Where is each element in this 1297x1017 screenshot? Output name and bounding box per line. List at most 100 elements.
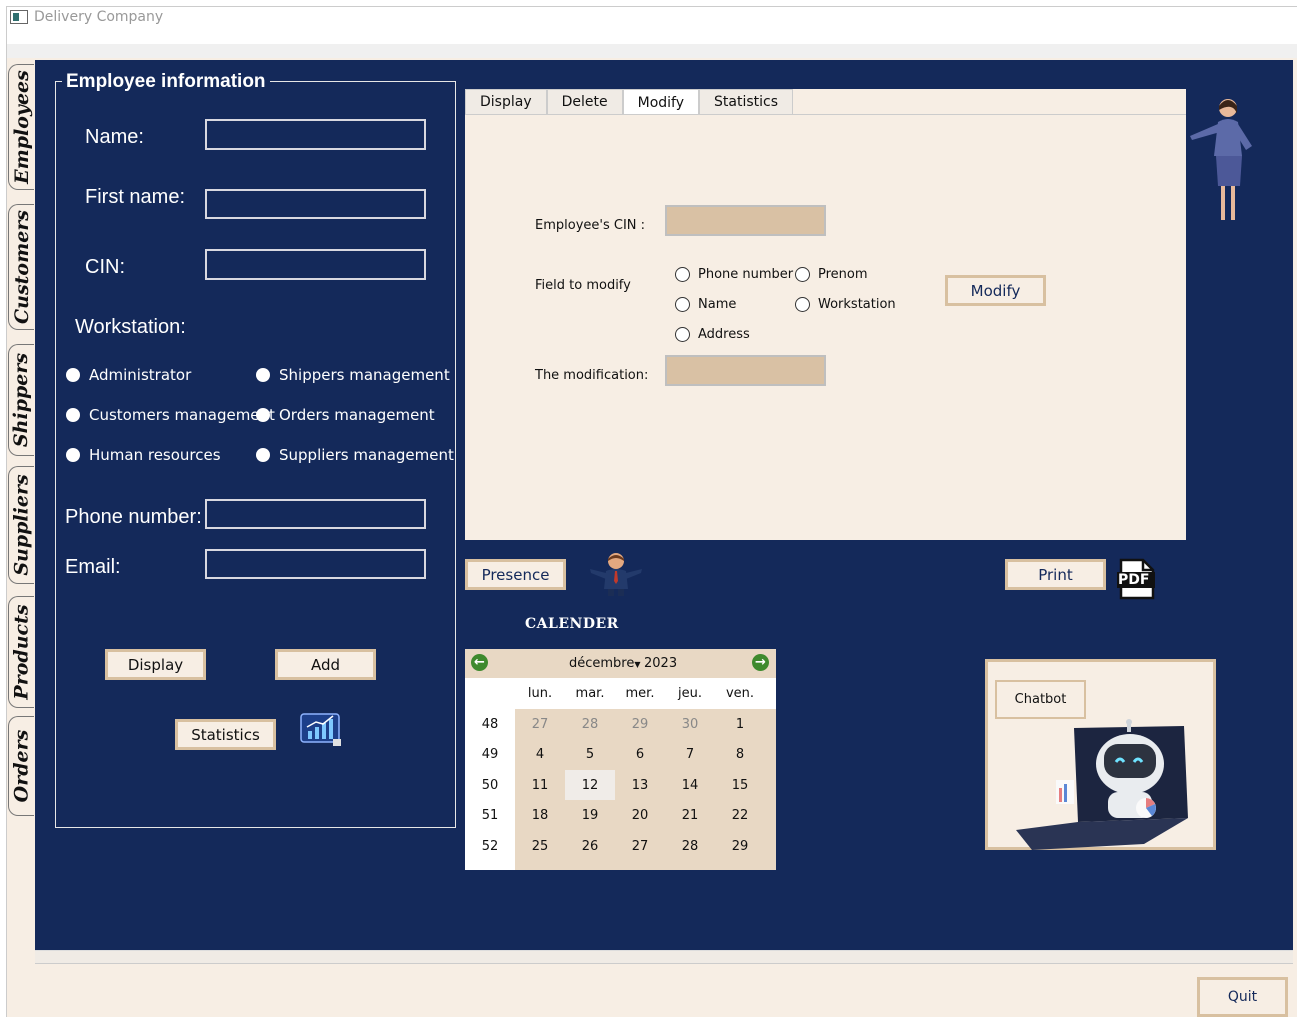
- phone-label: Phone number:: [65, 506, 202, 528]
- calendar-day[interactable]: 4: [515, 740, 565, 770]
- add-button[interactable]: Add: [275, 649, 376, 680]
- radio-label: Human resources: [89, 446, 221, 464]
- tab-bar: Display Delete Modify Statistics: [465, 89, 793, 115]
- radio-address[interactable]: Address: [675, 327, 750, 342]
- calendar-day[interactable]: 21: [665, 801, 715, 831]
- calendar-day[interactable]: 1: [715, 709, 765, 739]
- name-field[interactable]: [205, 119, 426, 150]
- calendar-day[interactable]: 27: [615, 831, 665, 861]
- weekday-header: lun.: [527, 686, 553, 701]
- radio-name[interactable]: Name: [675, 297, 736, 312]
- calendar-day[interactable]: 22: [715, 801, 765, 831]
- week-number: 50: [481, 777, 499, 793]
- chevron-down-icon: ▼: [634, 660, 641, 669]
- radio-prenom[interactable]: Prenom: [795, 267, 868, 282]
- cin-label: CIN:: [85, 256, 125, 278]
- calendar-day[interactable]: 11: [515, 770, 565, 800]
- calendar-day[interactable]: 28: [565, 709, 615, 739]
- menu-bar: [6, 44, 1297, 58]
- calendar-day[interactable]: 29: [615, 709, 665, 739]
- calendar-day[interactable]: 13: [615, 770, 665, 800]
- calendar-day[interactable]: 12: [565, 770, 615, 800]
- workstation-label: Workstation:: [75, 316, 186, 338]
- robot-laptop-illustration: [1016, 719, 1188, 850]
- next-month-arrow-icon[interactable]: →: [752, 654, 769, 671]
- calendar-day[interactable]: 26: [565, 831, 615, 861]
- pdf-icon: PDF: [1115, 558, 1157, 600]
- calendar-day[interactable]: 5: [565, 740, 615, 770]
- tab-modify[interactable]: Modify: [622, 89, 699, 115]
- employee-cin-label: Employee's CIN :: [535, 218, 646, 233]
- cin-field[interactable]: [205, 249, 426, 280]
- calendar-day[interactable]: 14: [665, 770, 715, 800]
- month-label: décembre: [569, 656, 635, 671]
- side-tab-products[interactable]: Products: [8, 596, 34, 708]
- first-name-label: First name:: [85, 186, 186, 208]
- email-field[interactable]: [205, 549, 426, 579]
- calendar-grid: lun. mar. mer. jeu. ven. 48 27 28 29 30 1 49 4 5 6 7 8 50…: [465, 678, 776, 870]
- radio-label: Prenom: [818, 267, 868, 282]
- week-number: 52: [481, 838, 499, 854]
- calendar-day[interactable]: 25: [515, 831, 565, 861]
- calendar-day[interactable]: 27: [515, 709, 565, 739]
- radio-orders-management[interactable]: Orders management: [256, 406, 435, 424]
- radio-administrator[interactable]: Administrator: [66, 366, 191, 384]
- radio-suppliers-management[interactable]: Suppliers management: [256, 446, 454, 464]
- calendar-day[interactable]: 28: [665, 831, 715, 861]
- radio-label: Workstation: [818, 297, 896, 312]
- year-label[interactable]: 2023: [644, 656, 677, 671]
- week-number: 49: [481, 747, 499, 762]
- radio-label: Customers management: [89, 406, 275, 424]
- radio-human-resources[interactable]: Human resources: [66, 446, 221, 464]
- employee-cin-field[interactable]: [665, 205, 826, 236]
- presence-button[interactable]: Presence: [465, 559, 566, 590]
- first-name-field[interactable]: [205, 189, 426, 219]
- radio-workstation[interactable]: Workstation: [795, 297, 896, 312]
- side-tab-suppliers[interactable]: Suppliers: [8, 466, 34, 584]
- tab-statistics[interactable]: Statistics: [699, 89, 793, 114]
- radio-shippers-management[interactable]: Shippers management: [256, 366, 450, 384]
- tab-divider: [465, 114, 1186, 115]
- chatbot-button[interactable]: Chatbot: [995, 680, 1086, 719]
- side-tab-label: Orders: [10, 729, 33, 803]
- calendar-day[interactable]: 30: [665, 709, 715, 739]
- tab-delete[interactable]: Delete: [546, 89, 623, 114]
- radio-dot: [256, 368, 270, 382]
- prev-month-arrow-icon[interactable]: ←: [471, 654, 488, 671]
- radio-customers-management[interactable]: Customers management: [66, 406, 275, 424]
- calendar-day[interactable]: 7: [665, 740, 715, 770]
- side-tab-shippers[interactable]: Shippers: [8, 344, 34, 456]
- radio-label: Orders management: [279, 406, 435, 424]
- side-tab-label: Suppliers: [10, 474, 33, 576]
- calendar-day[interactable]: 8: [715, 740, 765, 770]
- month-selector[interactable]: décembre▼: [569, 656, 641, 671]
- radio-phone-number[interactable]: Phone number: [675, 267, 793, 282]
- calendar-day[interactable]: 6: [615, 740, 665, 770]
- side-tab-employees[interactable]: Employees: [8, 64, 34, 190]
- calendar-day[interactable]: 15: [715, 770, 765, 800]
- calendar-day[interactable]: 18: [515, 801, 565, 831]
- quit-button[interactable]: Quit: [1197, 977, 1288, 1017]
- window-title: Delivery Company: [34, 9, 164, 25]
- weekday-header: jeu.: [678, 686, 702, 701]
- tab-display[interactable]: Display: [465, 89, 547, 114]
- calendar-day[interactable]: 29: [715, 831, 765, 861]
- pdf-icon-label: PDF: [1118, 572, 1150, 588]
- radio-dot: [66, 368, 80, 382]
- radio-dot: [256, 408, 270, 422]
- calendar-day[interactable]: 19: [565, 801, 615, 831]
- statistics-button[interactable]: Statistics: [175, 719, 276, 750]
- modification-field[interactable]: [665, 355, 826, 386]
- display-button[interactable]: Display: [105, 649, 206, 680]
- side-tab-customers[interactable]: Customers: [8, 204, 34, 330]
- radio-ring: [795, 267, 810, 282]
- side-tab-label: Customers: [10, 210, 33, 324]
- weekday-header: mer.: [625, 686, 655, 701]
- modify-button[interactable]: Modify: [945, 275, 1046, 306]
- phone-field[interactable]: [205, 499, 426, 529]
- print-button[interactable]: Print: [1005, 559, 1106, 590]
- radio-label: Address: [698, 327, 750, 342]
- calendar-day[interactable]: 20: [615, 801, 665, 831]
- side-tab-orders[interactable]: Orders: [8, 716, 34, 816]
- calendar-nav: ← décembre▼ 2023 →: [465, 649, 776, 678]
